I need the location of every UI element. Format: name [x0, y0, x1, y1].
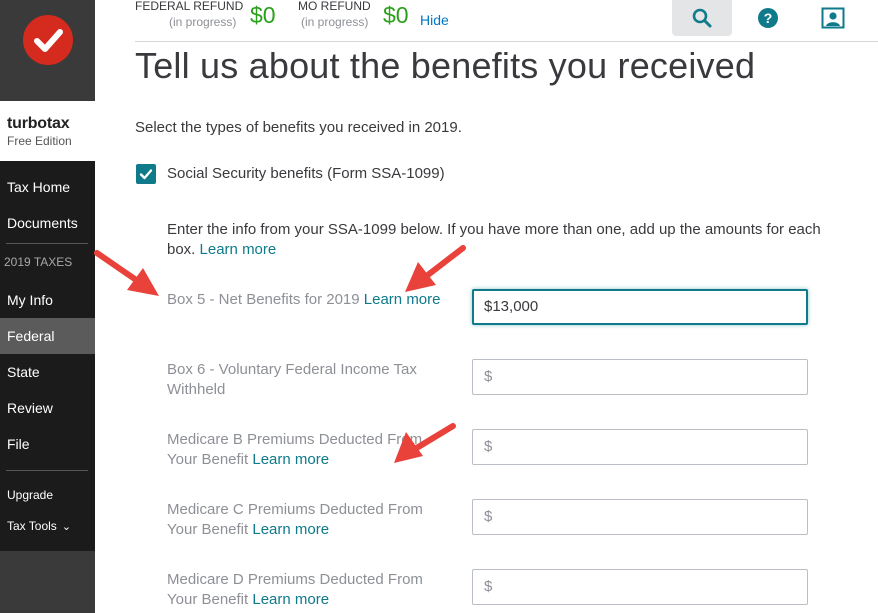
sidebar-item-my-info[interactable]: My Info: [0, 282, 95, 318]
sidebar-item-review[interactable]: Review: [0, 390, 95, 426]
page-title: Tell us about the benefits you received: [135, 45, 756, 86]
box5-learn-more-link[interactable]: Learn more: [364, 291, 441, 308]
sidebar-item-file[interactable]: File: [0, 426, 95, 462]
box6-label: Box 6 - Voluntary Federal Income Tax Wit…: [167, 360, 452, 400]
medicare-d-input[interactable]: $: [472, 569, 808, 605]
ssa-instructions: Enter the info from your SSA-1099 below.…: [167, 220, 852, 260]
sidebar: turbotax Free Edition Tax Home Documents…: [0, 0, 95, 613]
turbotax-logo[interactable]: [23, 15, 73, 65]
social-security-checkbox-label[interactable]: Social Security benefits (Form SSA-1099): [167, 165, 445, 182]
search-button[interactable]: [672, 0, 732, 36]
federal-refund-amount: $0: [250, 2, 276, 28]
box5-label-text: Box 5 - Net Benefits for 2019: [167, 291, 360, 308]
tax-tools-label: Tax Tools: [7, 519, 57, 533]
medicare-c-label: Medicare C Premiums Deducted From Your B…: [167, 500, 452, 540]
box5-net-benefits-input[interactable]: $13,000: [472, 289, 808, 325]
medicare-b-learn-more-link[interactable]: Learn more: [252, 451, 329, 468]
brand-block: turbotax Free Edition: [0, 101, 95, 161]
medicare-c-learn-more-link[interactable]: Learn more: [252, 521, 329, 538]
logo-area: [0, 0, 95, 101]
annotation-arrow: [94, 250, 159, 296]
checkmark-icon: [139, 169, 153, 180]
medicare-c-input[interactable]: $: [472, 499, 808, 535]
sidebar-bottom-panel: [0, 551, 95, 613]
hide-refund-link[interactable]: Hide: [420, 12, 449, 28]
learn-more-link[interactable]: Learn more: [200, 241, 277, 258]
box6-label-text: Box 6 - Voluntary Federal Income Tax Wit…: [167, 361, 417, 398]
social-security-checkbox[interactable]: [136, 164, 156, 184]
medicare-d-label: Medicare D Premiums Deducted From Your B…: [167, 570, 452, 610]
search-icon: [692, 8, 712, 28]
sidebar-divider: [6, 470, 88, 471]
sidebar-item-federal[interactable]: Federal: [0, 318, 95, 354]
medicare-d-learn-more-link[interactable]: Learn more: [252, 591, 329, 608]
help-button[interactable]: ?: [738, 0, 798, 36]
mo-refund-status: (in progress): [301, 15, 369, 29]
page-lead-text: Select the types of benefits you receive…: [135, 119, 462, 136]
sidebar-section-2019-taxes: 2019 TAXES: [4, 255, 73, 269]
box6-withheld-input[interactable]: $: [472, 359, 808, 395]
account-icon: [821, 7, 845, 29]
federal-refund-status: (in progress): [169, 15, 237, 29]
checkmark-icon: [34, 29, 63, 52]
brand-edition: Free Edition: [7, 134, 72, 148]
sidebar-item-tax-tools[interactable]: Tax Tools ⌄: [0, 508, 95, 544]
chevron-down-icon: ⌄: [61, 521, 72, 533]
mo-refund-label: MO REFUND: [298, 0, 371, 13]
header-divider: [135, 41, 878, 42]
sidebar-item-state[interactable]: State: [0, 354, 95, 390]
svg-text:?: ?: [764, 10, 773, 26]
help-icon: ?: [758, 8, 778, 28]
medicare-b-input[interactable]: $: [472, 429, 808, 465]
sidebar-divider: [6, 243, 88, 244]
mo-refund-amount: $0: [383, 2, 409, 28]
account-button[interactable]: [803, 0, 863, 36]
sidebar-item-tax-home[interactable]: Tax Home: [0, 169, 95, 205]
brand-name: turbotax: [7, 115, 70, 132]
medicare-b-label: Medicare B Premiums Deducted From Your B…: [167, 430, 452, 470]
sidebar-item-documents[interactable]: Documents: [0, 205, 95, 241]
box5-label: Box 5 - Net Benefits for 2019 Learn more: [167, 290, 452, 310]
federal-refund-label: FEDERAL REFUND: [135, 0, 244, 13]
